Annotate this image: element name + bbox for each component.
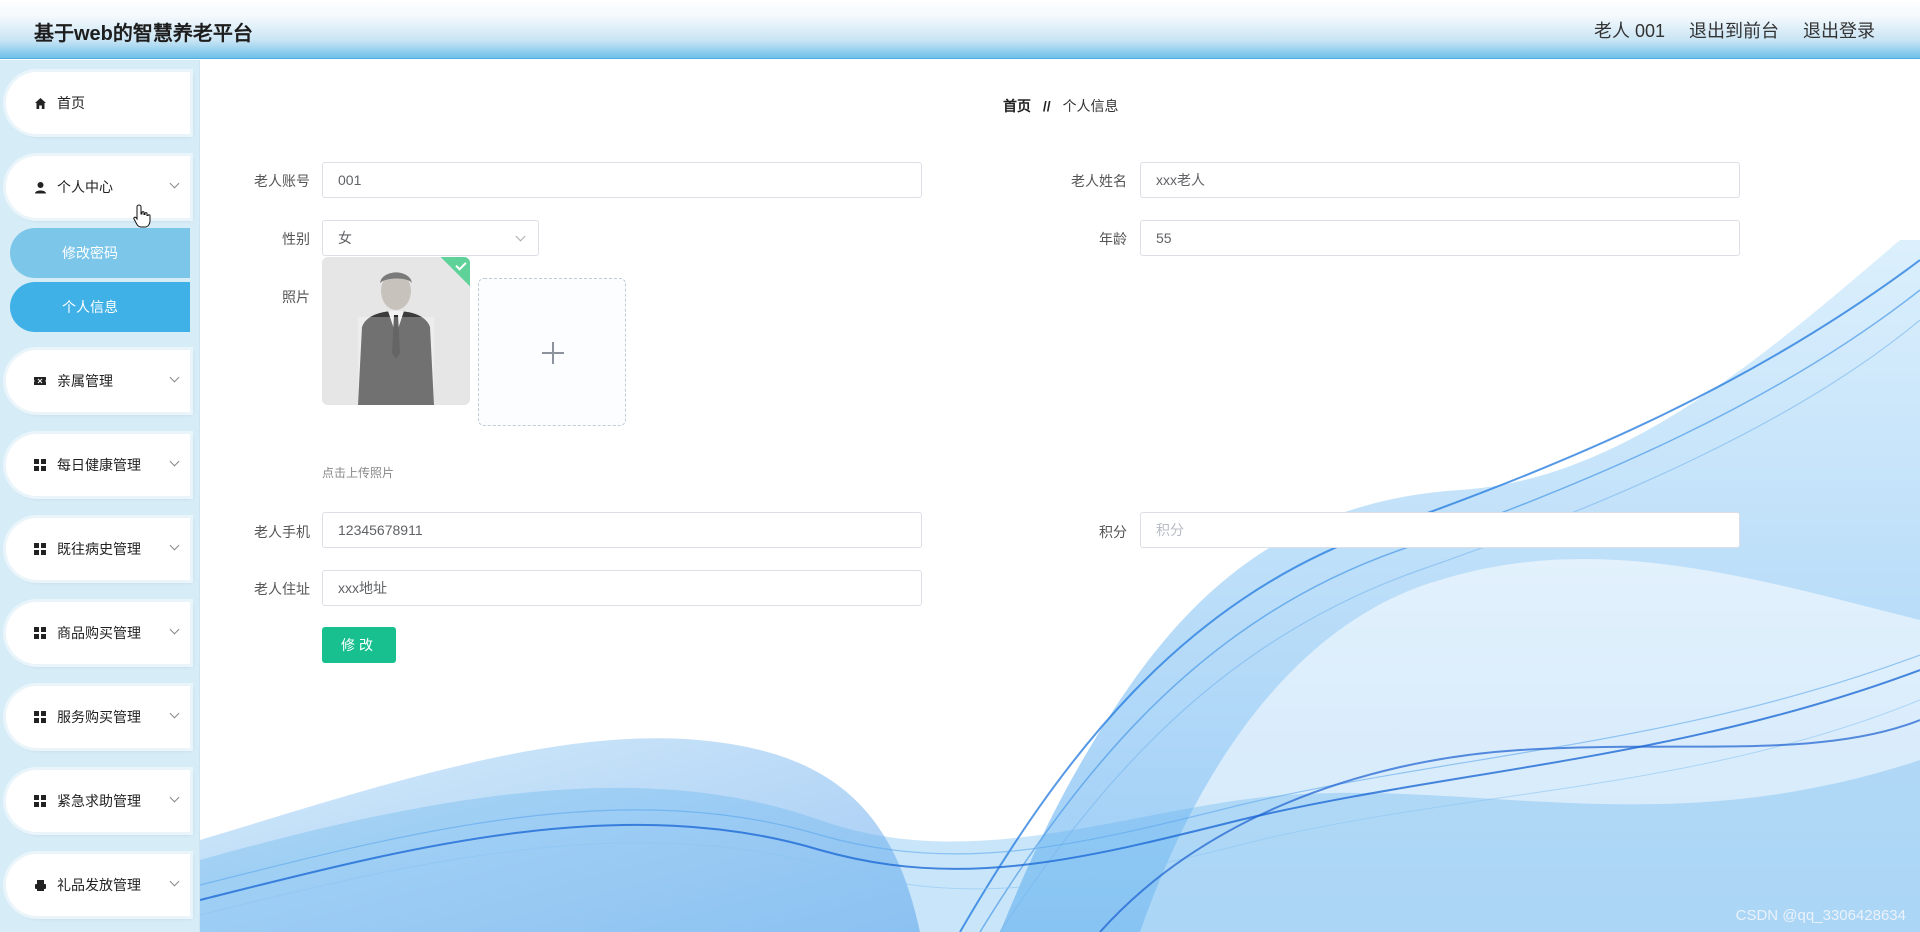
grid-icon	[33, 542, 47, 556]
sidebar-item-label: 既往病史管理	[57, 541, 141, 557]
main-content: 首页 // 个人信息 老人账号 001 老人姓名 xxx老人 性别 女 年龄 5…	[200, 60, 1920, 932]
sidebar-subitem-change-password[interactable]: 修改密码	[10, 228, 190, 278]
sidebar-item-emergency-help[interactable]: 紧急求助管理	[6, 770, 190, 832]
header-links: 老人 001 退出到前台 退出登录	[1594, 17, 1875, 43]
printer-icon	[33, 878, 47, 892]
watermark: CSDN @qq_3306428634	[1735, 907, 1906, 924]
current-user-link[interactable]: 老人 001	[1594, 17, 1665, 43]
chevron-down-icon	[169, 792, 180, 803]
app-title: 基于web的智慧养老平台	[34, 23, 253, 45]
sidebar-item-label: 紧急求助管理	[57, 793, 141, 809]
chevron-down-icon	[515, 231, 526, 242]
address-field[interactable]: xxx地址	[322, 570, 922, 606]
sidebar-item-label: 首页	[57, 95, 85, 111]
sidebar: 首页 个人中心 修改密码 个人信息 亲属管理 每日健康管理 既往病史管理 商品购…	[0, 60, 200, 932]
chevron-down-icon	[169, 624, 180, 635]
address-label: 老人住址	[254, 581, 310, 597]
sidebar-item-label: 个人中心	[57, 179, 113, 195]
uploaded-photo-thumbnail[interactable]	[322, 257, 470, 405]
breadcrumb: 首页 // 个人信息	[1003, 96, 1119, 116]
chevron-down-icon	[169, 708, 180, 719]
logout-link[interactable]: 退出登录	[1803, 17, 1875, 43]
chevron-down-icon	[169, 876, 180, 887]
grid-icon	[33, 710, 47, 724]
back-to-frontend-link[interactable]: 退出到前台	[1689, 17, 1779, 43]
plus-icon-vertical	[552, 342, 554, 364]
sidebar-item-product-purchase[interactable]: 商品购买管理	[6, 602, 190, 664]
breadcrumb-current: 个人信息	[1062, 98, 1119, 114]
sidebar-item-gift-distribution[interactable]: 礼品发放管理	[6, 854, 190, 916]
sidebar-subitem-personal-info[interactable]: 个人信息	[10, 282, 190, 332]
sidebar-subitem-label: 个人信息	[62, 299, 118, 315]
sidebar-item-medical-history[interactable]: 既往病史管理	[6, 518, 190, 580]
name-field[interactable]: xxx老人	[1140, 162, 1740, 198]
points-field[interactable]: 积分	[1140, 512, 1740, 548]
grid-icon	[33, 626, 47, 640]
grid-icon	[33, 458, 47, 472]
user-icon	[33, 180, 47, 194]
chevron-down-icon	[169, 178, 180, 189]
phone-field[interactable]: 12345678911	[322, 512, 922, 548]
top-header-bar: 基于web的智慧养老平台 老人 001 退出到前台 退出登录	[0, 0, 1920, 59]
upload-tip-text: 点击上传照片	[322, 466, 395, 480]
phone-label: 老人手机	[254, 524, 310, 540]
ticket-icon	[33, 374, 47, 388]
age-label: 年龄	[1099, 231, 1127, 247]
age-field[interactable]: 55	[1140, 220, 1740, 256]
sidebar-item-label: 每日健康管理	[57, 457, 141, 473]
sidebar-item-label: 礼品发放管理	[57, 877, 141, 893]
gender-select-value: 女	[338, 230, 352, 246]
breadcrumb-separator: //	[1042, 98, 1051, 114]
chevron-down-icon	[169, 372, 180, 383]
sidebar-item-label: 亲属管理	[57, 373, 113, 389]
submit-button[interactable]: 修改	[322, 627, 396, 663]
account-label: 老人账号	[254, 173, 310, 189]
hand-cursor-icon	[133, 204, 151, 228]
upload-photo-button[interactable]	[478, 278, 626, 426]
photo-label: 照片	[282, 289, 310, 305]
sidebar-item-daily-health[interactable]: 每日健康管理	[6, 434, 190, 496]
grid-icon	[33, 794, 47, 808]
home-icon	[33, 96, 47, 110]
person-photo-image	[322, 257, 470, 405]
gender-select[interactable]: 女	[322, 220, 539, 256]
sidebar-item-label: 商品购买管理	[57, 625, 141, 641]
account-field[interactable]: 001	[322, 162, 922, 198]
breadcrumb-home[interactable]: 首页	[1003, 98, 1031, 114]
sidebar-item-label: 服务购买管理	[57, 709, 141, 725]
points-label: 积分	[1099, 524, 1127, 540]
sidebar-item-home[interactable]: 首页	[6, 72, 190, 134]
sidebar-subitem-label: 修改密码	[62, 245, 118, 261]
sidebar-item-relatives[interactable]: 亲属管理	[6, 350, 190, 412]
gender-label: 性别	[282, 231, 310, 247]
sidebar-item-service-purchase[interactable]: 服务购买管理	[6, 686, 190, 748]
chevron-down-icon	[169, 540, 180, 551]
name-label: 老人姓名	[1071, 173, 1127, 189]
chevron-down-icon	[169, 456, 180, 467]
sidebar-item-personal-center[interactable]: 个人中心	[6, 156, 190, 218]
